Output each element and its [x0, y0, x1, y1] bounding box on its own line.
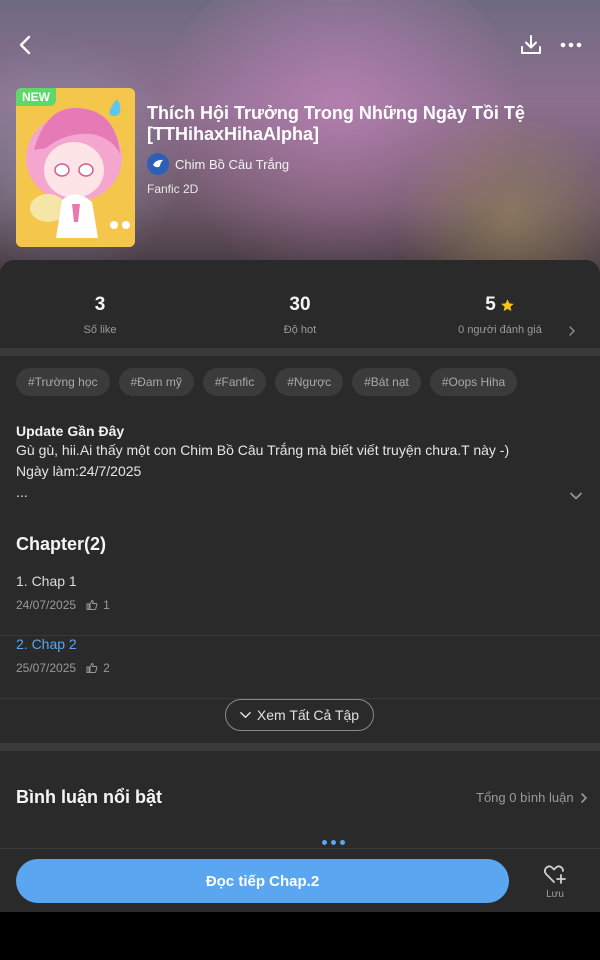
chapter-date: 25/07/2025	[16, 661, 77, 675]
heart-plus-icon	[543, 865, 566, 884]
thumb-up-icon	[86, 600, 98, 610]
see-all-label: Xem Tất Cả Tập	[256, 707, 360, 723]
new-badge: NEW	[16, 88, 56, 106]
chevron-right-icon[interactable]	[568, 325, 576, 340]
author-name: Chim Bồ Câu Trắng	[175, 156, 290, 172]
download-button[interactable]	[516, 30, 546, 60]
tag-chip[interactable]: #Bát nạt	[352, 368, 421, 396]
more-options-button[interactable]	[556, 30, 586, 60]
tag-chip[interactable]: #Trường học	[16, 368, 110, 396]
dove-icon	[153, 159, 163, 168]
chapter-meta: 24/07/2025 1	[16, 598, 110, 612]
chevron-right-icon	[580, 792, 587, 803]
thumb-up-icon	[86, 663, 98, 673]
tag-chip[interactable]: #Đam mỹ	[118, 368, 194, 396]
tag-list: #Trường học #Đam mỹ #Fanfic #Ngược #Bát …	[16, 368, 518, 396]
cover-illustration	[16, 88, 135, 247]
tag-chip[interactable]: #Oops Hiha	[429, 368, 518, 396]
update-text-line: Ngày làm:24/7/2025	[16, 463, 142, 479]
tag-chip[interactable]: #Ngược	[275, 368, 344, 396]
chapter-heading: Chapter(2)	[16, 534, 107, 554]
comments-heading: Bình luận nổi bật	[16, 787, 162, 807]
chapter-name: 1. Chap 1	[16, 573, 77, 589]
chapter-meta: 25/07/2025 2	[16, 661, 110, 675]
rating-value: 5	[485, 294, 496, 315]
chapter-likes: 2	[103, 661, 110, 675]
hot-stat: 30 Độ hot	[200, 294, 400, 336]
download-icon	[521, 35, 541, 54]
more-dots-icon	[560, 42, 582, 48]
tag-chip[interactable]: #Fanfic	[202, 368, 267, 396]
chapter-name: 2. Chap 2	[16, 636, 77, 652]
comments-total-link[interactable]: Tổng 0 bình luận	[476, 790, 588, 805]
likes-value: 3	[94, 294, 106, 315]
expand-description-button[interactable]	[566, 486, 586, 506]
story-title: Thích Hội Trưởng Trong Những Ngày Tồi Tệ…	[147, 103, 525, 144]
details-panel: 3 Số like 30 Độ hot 5 0 người đánh giá #…	[0, 260, 600, 912]
chevron-left-icon	[19, 35, 31, 55]
likes-label: Số like	[83, 324, 117, 336]
likes-stat: 3 Số like	[0, 294, 200, 336]
story-hero: NEW Thích Hội Trưởng Trong Những Ngày Tồ…	[0, 0, 600, 290]
save-label: Lưu	[546, 889, 564, 900]
author-link[interactable]: Chim Bồ Câu Trắng	[147, 152, 289, 176]
continue-reading-button[interactable]: Đọc tiếp Chap.2	[16, 859, 509, 903]
update-text-line: ...	[16, 484, 28, 500]
hot-label: Độ hot	[283, 324, 317, 336]
section-divider	[0, 743, 600, 751]
chapter-likes: 1	[103, 598, 110, 612]
author-avatar	[147, 153, 169, 175]
chevron-down-icon	[240, 711, 251, 719]
chapter-row[interactable]: 2. Chap 2 25/07/2025 2	[0, 636, 600, 699]
chapter-row[interactable]: 1. Chap 1 24/07/2025 1	[0, 573, 600, 636]
bottom-action-bar: Đọc tiếp Chap.2 Lưu	[0, 848, 600, 912]
save-button[interactable]: Lưu	[530, 863, 580, 905]
story-genre: Fanfic 2D	[147, 182, 199, 196]
section-divider	[0, 348, 600, 356]
back-button[interactable]	[10, 30, 40, 60]
chapter-date: 24/07/2025	[16, 598, 77, 612]
loading-indicator	[322, 840, 345, 845]
update-section: Update Gần Đây Gù gù, hii.Ai thấy một co…	[16, 422, 556, 503]
hot-value: 30	[289, 294, 311, 315]
update-text-line: Gù gù, hii.Ai thấy một con Chim Bồ Câu T…	[16, 442, 510, 458]
chevron-down-icon	[570, 492, 582, 500]
stats-row: 3 Số like 30 Độ hot 5 0 người đánh giá	[0, 260, 600, 348]
story-cover: NEW	[16, 88, 135, 247]
see-all-chapters-button[interactable]: Xem Tất Cả Tập	[225, 699, 374, 731]
star-icon	[501, 298, 514, 311]
comments-total: Tổng 0 bình luận	[476, 790, 574, 805]
update-title: Update Gần Đây	[16, 423, 125, 439]
top-bar	[0, 28, 600, 64]
